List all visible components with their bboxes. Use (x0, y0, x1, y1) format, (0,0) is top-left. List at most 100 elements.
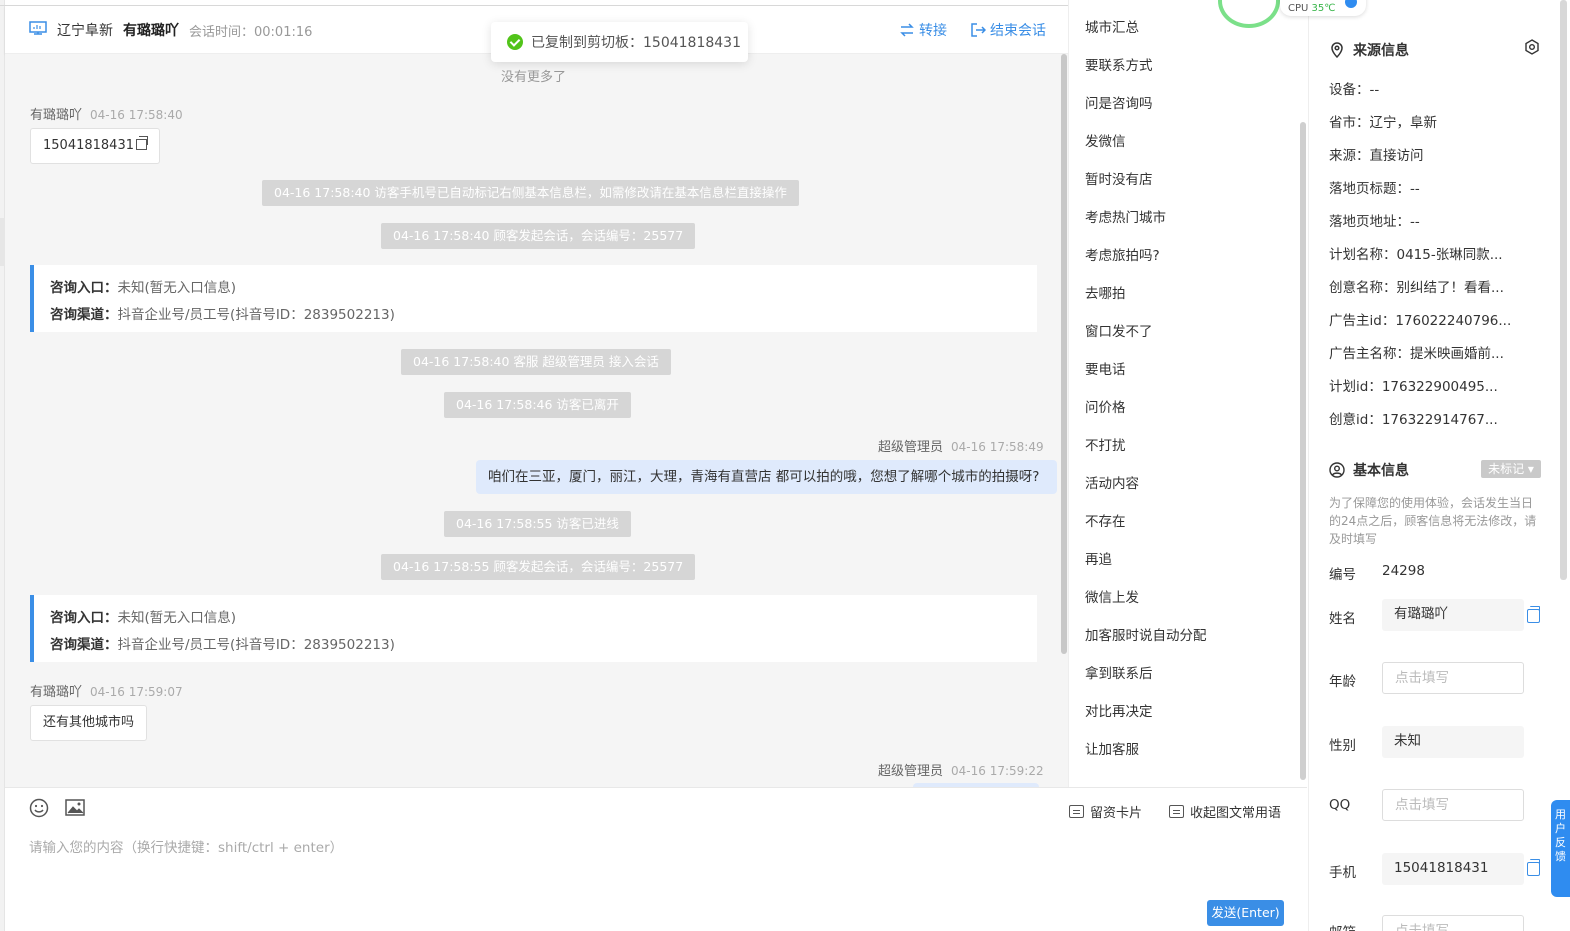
quick-reply-item[interactable]: 要联系方式 (1085, 54, 1153, 74)
message-sender: 超级管理员 04-16 17:59:22 (878, 760, 1044, 779)
name-label: 姓名 (1329, 611, 1356, 627)
qq-label: QQ (1329, 797, 1351, 813)
age-field[interactable]: 点击填写 (1382, 662, 1524, 694)
end-session-button[interactable]: 结束会话 (970, 20, 1046, 40)
source-info-line: 广告主名称：提米映画婚前... (1329, 346, 1504, 362)
channel-value: 抖音企业号/员工号(抖音号ID：2839502213) (117, 637, 395, 653)
collapse-phrases-button[interactable]: 收起图文常用语 (1169, 802, 1281, 821)
phone-field[interactable]: 15041818431 (1382, 853, 1524, 885)
chat-scrollbar[interactable] (1061, 54, 1067, 654)
feedback-tab[interactable]: 用户反馈 (1551, 800, 1570, 897)
quick-reply-item[interactable]: 暂时没有店 (1085, 168, 1153, 188)
message-input[interactable]: 请输入您的内容（换行快捷键：shift/ctrl + enter） (29, 836, 343, 856)
feedback-label: 用户反馈 (1555, 808, 1566, 863)
quick-reply-scrollbar[interactable] (1300, 122, 1306, 780)
sender-name: 有璐璐吖 (30, 108, 83, 123)
quick-reply-item[interactable]: 要电话 (1085, 358, 1126, 378)
image-icon[interactable] (65, 798, 85, 818)
qq-field[interactable]: 点击填写 (1382, 789, 1524, 821)
monitor-icon (29, 21, 47, 35)
transfer-label: 转接 (919, 23, 947, 39)
quick-reply-item[interactable]: 窗口发不了 (1085, 320, 1153, 340)
source-info-line: 设备：-- (1329, 82, 1380, 98)
quick-reply-item[interactable]: 城市汇总 (1085, 16, 1139, 36)
quick-reply-item[interactable]: 考虑旅拍吗? (1085, 244, 1160, 264)
cpu-monitor-widget[interactable]: CPU 35℃ (1218, 0, 1368, 28)
gender-label: 性别 (1329, 738, 1356, 754)
lead-card-button[interactable]: 留资卡片 (1069, 802, 1142, 821)
channel-label: 咨询渠道： (50, 637, 118, 653)
message-icon (1169, 805, 1184, 818)
source-info-line: 计划id：176322900495... (1329, 379, 1498, 395)
quick-reply-item[interactable]: 去哪拍 (1085, 282, 1126, 302)
entry-label: 咨询入口： (50, 610, 118, 626)
cpu-label: CPU (1288, 3, 1309, 14)
send-button[interactable]: 发送(Enter) (1207, 900, 1284, 926)
message-time: 04-16 17:59:07 (90, 685, 183, 699)
copy-toast: 已复制到剪切板：15041818431 (491, 22, 748, 62)
agent-message[interactable]: 咱们在三亚，厦门，丽江，大理，青海有直营店 都可以拍的哦，您想了解哪个城市的拍摄… (476, 460, 1058, 494)
quick-reply-item[interactable]: 拿到联系后 (1085, 662, 1153, 682)
entry-row: 咨询入口：未知(暂无入口信息) (50, 275, 1021, 302)
sender-name: 有璐璐吖 (30, 685, 83, 700)
system-message: 04-16 17:58:40 顾客发起会话，会话编号：25577 (381, 223, 696, 249)
entry-value: 未知(暂无入口信息) (117, 610, 237, 626)
chat-messages[interactable]: 没有更多了 有璐璐吖 04-16 17:58:40 15041818431 04-… (5, 54, 1068, 787)
copy-icon[interactable] (1527, 606, 1540, 623)
phone-label: 手机 (1329, 865, 1356, 881)
quick-reply-item[interactable]: 让加客服 (1085, 738, 1139, 758)
copy-icon[interactable] (135, 136, 148, 150)
quick-reply-item[interactable]: 问价格 (1085, 396, 1126, 416)
eye-settings-icon[interactable] (1523, 38, 1541, 56)
tag-status-badge[interactable]: 未标记 ▾ (1481, 460, 1541, 478)
email-label: 邮箱 (1329, 921, 1356, 931)
quick-reply-item[interactable]: 发微信 (1085, 130, 1126, 150)
no-more-indicator: 没有更多了 (501, 70, 567, 85)
message-time: 04-16 17:59:22 (951, 764, 1044, 778)
check-circle-icon (507, 34, 523, 50)
cpu-temp: 35℃ (1311, 3, 1336, 14)
system-message: 04-16 17:58:46 访客已离开 (444, 392, 631, 418)
channel-row: 咨询渠道：抖音企业号/员工号(抖音号ID：2839502213) (50, 632, 1021, 659)
quick-reply-item[interactable]: 活动内容 (1085, 472, 1139, 492)
channel-value: 抖音企业号/员工号(抖音号ID：2839502213) (117, 307, 395, 323)
system-message: 04-16 17:58:55 访客已进线 (444, 511, 631, 537)
source-info-line: 落地页标题：-- (1329, 181, 1420, 197)
system-message: 04-16 17:58:40 客服 超级管理员 接入会话 (401, 349, 671, 375)
emoji-icon[interactable] (29, 798, 49, 818)
quick-reply-item[interactable]: 对比再决定 (1085, 700, 1153, 720)
tag-status-label: 未标记 (1488, 462, 1525, 476)
quick-reply-item[interactable]: 不存在 (1085, 510, 1126, 530)
source-info-line: 省市：辽宁，阜新 (1329, 115, 1437, 131)
source-info-title: 来源信息 (1353, 43, 1409, 59)
name-field[interactable]: 有璐璐吖 (1382, 599, 1524, 631)
entry-row: 咨询入口：未知(暂无入口信息) (50, 605, 1021, 632)
quick-reply-item[interactable]: 微信上发 (1085, 586, 1139, 606)
quick-reply-item[interactable]: 问是咨询吗 (1085, 92, 1153, 112)
quick-reply-item[interactable]: 再追 (1085, 548, 1112, 568)
sender-name: 超级管理员 (878, 440, 944, 455)
source-info-line: 来源：直接访问 (1329, 148, 1424, 164)
system-message: 04-16 17:58:55 顾客发起会话，会话编号：25577 (381, 554, 696, 580)
message-time: 04-16 17:58:49 (951, 440, 1044, 454)
transfer-button[interactable]: 转接 (899, 20, 947, 40)
source-info-line: 创意id：176322914767... (1329, 412, 1498, 428)
quick-reply-item[interactable]: 考虑热门城市 (1085, 206, 1166, 226)
quick-reply-item[interactable]: 不打扰 (1085, 434, 1126, 454)
user-circle-icon (1329, 462, 1345, 478)
visitor-message[interactable]: 还有其他城市吗 (30, 705, 148, 741)
toast-text: 已复制到剪切板：15041818431 (531, 35, 741, 51)
copy-icon[interactable] (1527, 859, 1540, 876)
quick-reply-item[interactable]: 加客服时说自动分配 (1085, 624, 1207, 644)
info-panel-scrollbar[interactable] (1560, 0, 1567, 580)
message-time: 04-16 17:58:40 (90, 108, 183, 122)
source-info-line: 创意名称：别纠结了！看看... (1329, 280, 1504, 296)
visitor-message[interactable]: 15041818431 (30, 128, 160, 164)
source-info-line: 广告主id：176022240796... (1329, 313, 1512, 329)
system-message: 04-16 17:58:40 访客手机号已自动标记右侧基本信息栏，如需修改请在基… (262, 180, 799, 206)
gender-select[interactable]: 未知 (1382, 726, 1524, 758)
consult-info-card: 咨询入口：未知(暂无入口信息) 咨询渠道：抖音企业号/员工号(抖音号ID：283… (30, 595, 1037, 662)
transfer-icon (900, 23, 914, 37)
message-sender: 有璐璐吖 04-16 17:59:07 (30, 681, 183, 700)
email-field[interactable]: 点击填写 (1382, 915, 1524, 931)
